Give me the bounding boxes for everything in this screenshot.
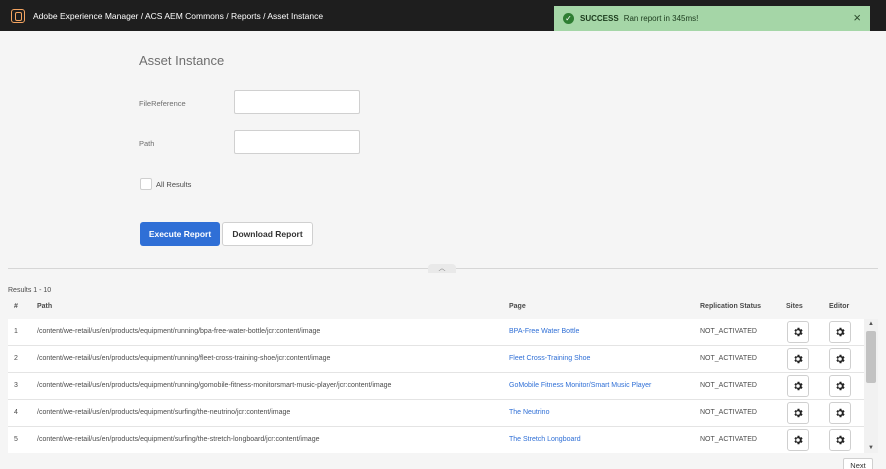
- check-circle-icon: ✓: [563, 13, 574, 24]
- row-page-link[interactable]: The Stretch Longboard: [509, 436, 581, 443]
- header-editor: Editor: [829, 303, 850, 310]
- table-scrollbar[interactable]: ▲ ▼: [864, 319, 878, 453]
- sites-gear-button[interactable]: [787, 429, 809, 451]
- header-replication-status: Replication Status: [700, 303, 762, 310]
- row-path: /content/we-retail/us/en/products/equipm…: [37, 328, 321, 335]
- download-report-button[interactable]: Download Report: [222, 222, 313, 246]
- gear-icon: [794, 408, 803, 418]
- row-path: /content/we-retail/us/en/products/equipm…: [37, 382, 392, 389]
- close-icon[interactable]: ×: [853, 10, 861, 25]
- next-page-button[interactable]: Next: [843, 458, 873, 469]
- gear-icon: [794, 354, 803, 364]
- row-number: 3: [14, 382, 18, 389]
- row-path: /content/we-retail/us/en/products/equipm…: [37, 409, 291, 416]
- success-toast: ✓ SUCCESS Ran report in 345ms! ×: [554, 6, 870, 31]
- scroll-down-icon[interactable]: ▼: [864, 443, 878, 453]
- file-reference-label: FileReference: [139, 99, 186, 108]
- gear-icon: [836, 435, 845, 445]
- table-row: 1 /content/we-retail/us/en/products/equi…: [8, 319, 864, 346]
- gear-icon: [794, 381, 803, 391]
- scrollbar-thumb[interactable]: [866, 331, 876, 383]
- gear-icon: [836, 354, 845, 364]
- toast-message: Ran report in 345ms!: [623, 14, 699, 23]
- path-label: Path: [139, 139, 155, 148]
- gear-icon: [836, 327, 845, 337]
- editor-gear-button[interactable]: [829, 321, 851, 343]
- row-page-link[interactable]: BPA-Free Water Bottle: [509, 328, 579, 335]
- execute-report-button[interactable]: Execute Report: [140, 222, 220, 246]
- scroll-up-icon[interactable]: ▲: [864, 319, 878, 329]
- header-path: Path: [37, 303, 53, 310]
- page-title: Asset Instance: [139, 53, 225, 68]
- editor-gear-button[interactable]: [829, 429, 851, 451]
- file-reference-input[interactable]: [234, 90, 360, 114]
- row-number: 4: [14, 409, 18, 416]
- row-status: NOT_ACTIVATED: [700, 328, 757, 335]
- editor-gear-button[interactable]: [829, 375, 851, 397]
- gear-icon: [836, 381, 845, 391]
- row-page-link[interactable]: The Neutrino: [509, 409, 549, 416]
- editor-gear-button[interactable]: [829, 402, 851, 424]
- table-row: 2 /content/we-retail/us/en/products/equi…: [8, 346, 864, 373]
- row-number: 2: [14, 355, 18, 362]
- all-results-checkbox[interactable]: [140, 178, 152, 190]
- row-number: 1: [14, 328, 18, 335]
- header-num: #: [14, 303, 18, 310]
- header-sites: Sites: [786, 303, 803, 310]
- gear-icon: [794, 435, 803, 445]
- row-status: NOT_ACTIVATED: [700, 382, 757, 389]
- row-status: NOT_ACTIVATED: [700, 355, 757, 362]
- table-row: 4 /content/we-retail/us/en/products/equi…: [8, 400, 864, 427]
- aem-logo-icon[interactable]: [11, 8, 25, 23]
- row-path: /content/we-retail/us/en/products/equipm…: [37, 436, 320, 443]
- row-path: /content/we-retail/us/en/products/equipm…: [37, 355, 331, 362]
- gear-icon: [836, 408, 845, 418]
- row-number: 5: [14, 436, 18, 443]
- row-page-link[interactable]: GoMobile Fitness Monitor/Smart Music Pla…: [509, 382, 651, 389]
- path-input[interactable]: [234, 130, 360, 154]
- chevron-up-icon[interactable]: ︿: [428, 264, 456, 273]
- gear-icon: [794, 327, 803, 337]
- row-status: NOT_ACTIVATED: [700, 409, 757, 416]
- row-status: NOT_ACTIVATED: [700, 436, 757, 443]
- header-page: Page: [509, 303, 526, 310]
- all-results-label[interactable]: All Results: [156, 180, 191, 189]
- sites-gear-button[interactable]: [787, 321, 809, 343]
- sites-gear-button[interactable]: [787, 402, 809, 424]
- table-row: 5 /content/we-retail/us/en/products/equi…: [8, 427, 864, 453]
- table-row: 3 /content/we-retail/us/en/products/equi…: [8, 373, 864, 400]
- row-page-link[interactable]: Fleet Cross-Training Shoe: [509, 355, 590, 362]
- results-table: 1 /content/we-retail/us/en/products/equi…: [8, 319, 864, 453]
- editor-gear-button[interactable]: [829, 348, 851, 370]
- breadcrumb[interactable]: Adobe Experience Manager / ACS AEM Commo…: [33, 11, 323, 21]
- toast-status: SUCCESS: [580, 14, 619, 23]
- results-count: Results 1 - 10: [8, 287, 52, 294]
- sites-gear-button[interactable]: [787, 348, 809, 370]
- sites-gear-button[interactable]: [787, 375, 809, 397]
